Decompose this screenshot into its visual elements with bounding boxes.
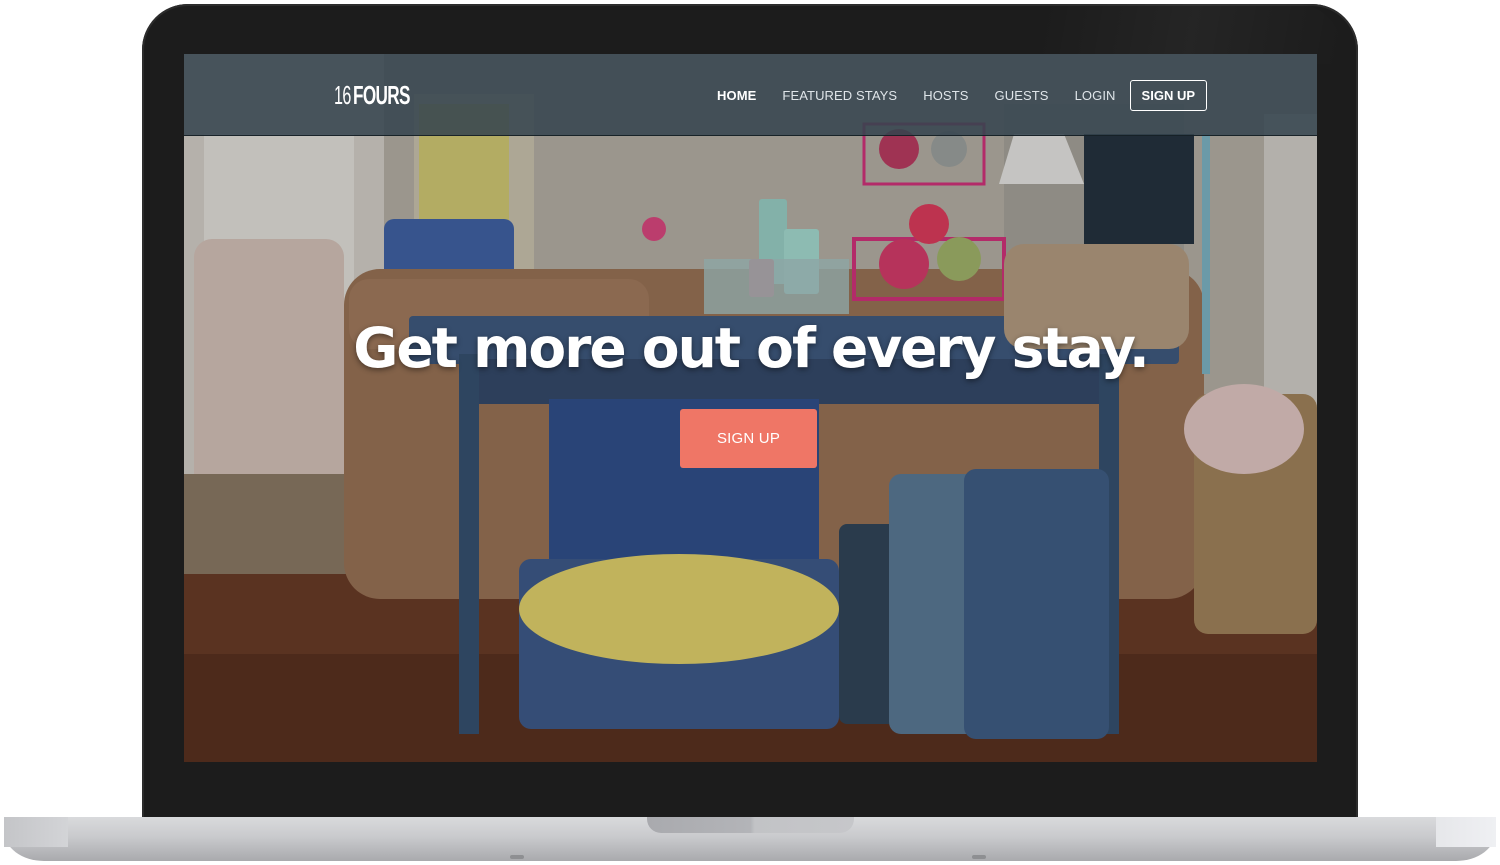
nav-links: HOME FEATURED STAYS HOSTS GUESTS LOGIN S… — [704, 79, 1208, 111]
nav-link-guests[interactable]: GUESTS — [995, 88, 1049, 103]
hero-signup-button[interactable]: SIGN UP — [680, 409, 817, 468]
laptop-mockup: 16FOURS HOME FEATURED STAYS HOSTS GUESTS… — [0, 0, 1500, 865]
nav-link-featured-stays[interactable]: FEATURED STAYS — [782, 88, 897, 103]
laptop-foot-right — [972, 855, 986, 859]
laptop-base-edge-left — [4, 817, 68, 847]
website-screen: 16FOURS HOME FEATURED STAYS HOSTS GUESTS… — [184, 54, 1317, 762]
hero-overlay — [184, 54, 1317, 762]
nav-link-login[interactable]: LOGIN — [1075, 88, 1116, 103]
top-navbar: 16FOURS HOME FEATURED STAYS HOSTS GUESTS… — [184, 54, 1317, 136]
laptop-notch — [647, 817, 854, 833]
brand-logo-word: FOURS — [352, 80, 410, 110]
laptop-base-edge-right — [1436, 817, 1496, 847]
nav-link-hosts[interactable]: HOSTS — [923, 88, 968, 103]
brand-logo-number: 16 — [334, 80, 351, 110]
nav-signup-button[interactable]: SIGN UP — [1129, 79, 1208, 111]
brand-logo[interactable]: 16FOURS — [334, 80, 439, 110]
laptop-foot-left — [510, 855, 524, 859]
hero-headline: Get more out of every stay. — [353, 316, 1150, 380]
nav-link-home[interactable]: HOME — [717, 88, 756, 103]
